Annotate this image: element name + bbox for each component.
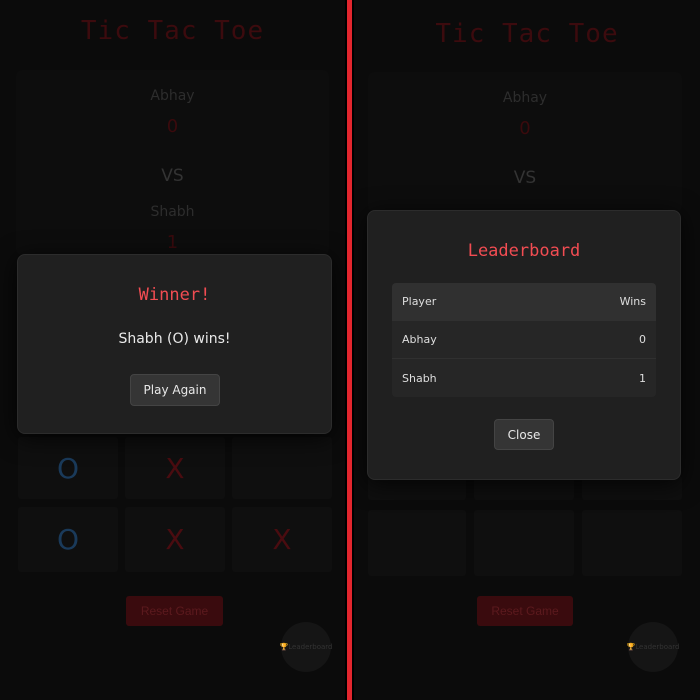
column-header-player: Player	[402, 295, 437, 308]
right-screen: Tic Tac Toe Abhay 0 VS Reset Game 🏆 Lead…	[354, 0, 700, 700]
reset-game-button[interactable]: Reset Game	[477, 596, 573, 626]
leaderboard-title: Leaderboard	[467, 241, 581, 261]
screen-divider	[345, 0, 354, 700]
scoreboard: Abhay 0 VS Shabh 1	[16, 70, 329, 255]
scoreboard: Abhay 0 VS	[368, 72, 682, 212]
column-header-wins: Wins	[619, 295, 646, 308]
leaderboard-table: Player Wins Abhay 0 Shabh 1	[392, 283, 656, 397]
board-cell[interactable]	[368, 510, 466, 576]
winner-message: Shabh (O) wins!	[118, 331, 231, 347]
board-cell-3[interactable]	[232, 437, 332, 499]
vs-label: VS	[513, 168, 537, 188]
trophy-icon: 🏆	[626, 643, 636, 651]
leaderboard-modal: Leaderboard Player Wins Abhay 0 Shabh 1 …	[367, 210, 681, 480]
board-cell[interactable]	[582, 510, 682, 576]
player-two-name: Shabh	[150, 204, 195, 220]
board-cell-1[interactable]: O	[18, 437, 118, 499]
wins-cell: 0	[639, 333, 646, 346]
app-title: Tic Tac Toe	[435, 19, 619, 49]
winner-modal: Winner! Shabh (O) wins! Play Again	[17, 254, 332, 434]
board-cell-6[interactable]: X	[232, 507, 332, 572]
player-one-score: 0	[519, 118, 531, 139]
player-two-score: 1	[166, 232, 179, 253]
board-cell[interactable]	[474, 510, 574, 576]
player-cell: Abhay	[402, 333, 437, 346]
table-row: Abhay 0	[392, 321, 656, 359]
app-title: Tic Tac Toe	[80, 16, 265, 46]
leaderboard-button[interactable]: 🏆 Leaderboard	[626, 622, 680, 672]
leaderboard-button-label: Leaderboard	[288, 643, 333, 651]
leaderboard-header-row: Player Wins	[392, 283, 656, 321]
player-one-name: Abhay	[502, 90, 548, 106]
vs-label: VS	[161, 166, 184, 186]
reset-game-button[interactable]: Reset Game	[126, 596, 223, 626]
wins-cell: 1	[639, 371, 646, 385]
leaderboard-button-label: Leaderboard	[635, 643, 680, 651]
left-screen: Tic Tac Toe Abhay 0 VS Shabh 1 O X O X X…	[0, 0, 345, 700]
table-row: Shabh 1	[392, 359, 656, 397]
player-one-name: Abhay	[150, 88, 195, 104]
player-cell: Shabh	[402, 371, 437, 385]
leaderboard-button[interactable]: 🏆 Leaderboard	[279, 622, 333, 672]
board-cell-5[interactable]: X	[125, 507, 225, 572]
player-one-score: 0	[166, 116, 179, 137]
play-again-button[interactable]: Play Again	[130, 374, 220, 406]
board-cell-2[interactable]: X	[125, 437, 225, 499]
board-cell-4[interactable]: O	[18, 507, 118, 572]
close-button[interactable]: Close	[494, 419, 554, 450]
winner-title: Winner!	[138, 285, 211, 305]
trophy-icon: 🏆	[279, 643, 289, 651]
